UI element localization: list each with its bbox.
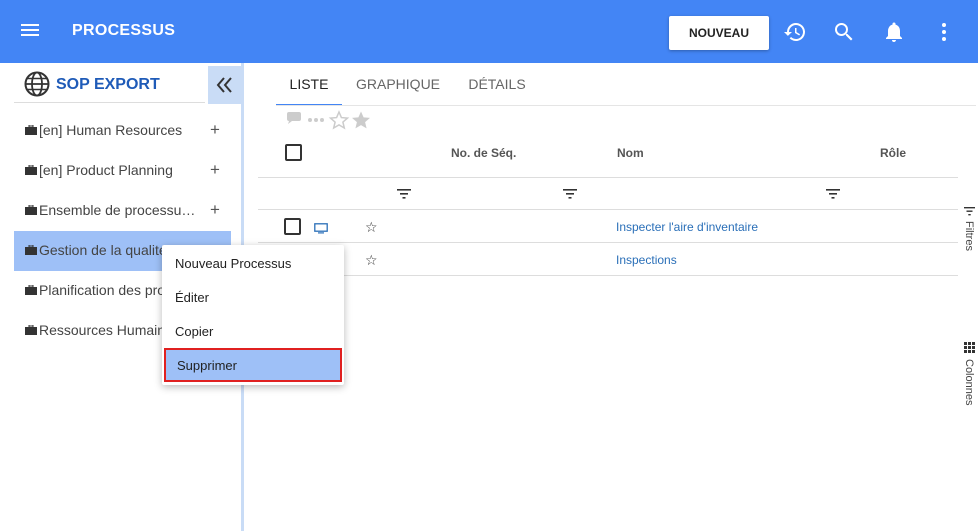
tab-graphique[interactable]: GRAPHIQUE — [356, 64, 440, 106]
columns-panel-toggle[interactable]: Colonnes — [961, 340, 977, 415]
table-row[interactable]: ☆ Inspections — [258, 244, 958, 276]
new-button[interactable]: NOUVEAU — [669, 16, 769, 50]
sidebar-item-ensemble-de-processus[interactable]: Ensemble de processus… + — [14, 191, 231, 231]
briefcase-icon — [25, 125, 37, 135]
more-horiz-icon[interactable] — [308, 118, 324, 122]
page-title: PROCESSUS — [72, 22, 176, 39]
column-header-seq[interactable]: No. de Séq. — [451, 146, 516, 160]
sidebar-item-label: Ensemble de processus… — [39, 202, 201, 218]
more-vert-icon[interactable] — [932, 20, 956, 44]
favorite-star-icon[interactable]: ☆ — [365, 252, 378, 269]
star-filled-icon[interactable] — [352, 111, 370, 129]
sidebar-title: SOP EXPORT — [56, 76, 160, 93]
history-icon[interactable] — [783, 20, 807, 44]
briefcase-icon — [25, 325, 37, 335]
double-chevron-left-icon — [216, 77, 232, 93]
filters-panel-toggle[interactable]: Filtres — [961, 205, 977, 265]
column-header-role[interactable]: Rôle — [880, 146, 906, 160]
briefcase-icon — [25, 165, 37, 175]
search-icon[interactable] — [832, 20, 856, 44]
row-checkbox[interactable] — [284, 218, 301, 235]
filter-icon[interactable] — [563, 188, 577, 200]
sidebar-header: SOP EXPORT — [14, 66, 205, 103]
comment-icon[interactable] — [287, 112, 301, 124]
add-icon[interactable]: + — [210, 160, 220, 180]
process-name-link[interactable]: Inspections — [616, 253, 677, 267]
menu-item-delete[interactable]: Supprimer — [164, 348, 342, 382]
tabs-divider — [276, 105, 976, 106]
tab-details[interactable]: DÉTAILS — [462, 64, 532, 106]
filter-icon — [964, 207, 975, 216]
menu-icon[interactable] — [21, 21, 41, 41]
context-menu: Nouveau Processus Éditer Copier Supprime… — [162, 245, 344, 385]
favorite-star-icon[interactable]: ☆ — [365, 219, 378, 236]
menu-item-copy[interactable]: Copier — [162, 314, 344, 348]
tab-liste[interactable]: LISTE — [276, 64, 342, 106]
sidebar-item-human-resources[interactable]: [en] Human Resources + — [14, 111, 231, 151]
add-icon[interactable]: + — [210, 200, 220, 220]
column-header-name[interactable]: Nom — [617, 146, 644, 160]
row-actions-toolbar — [287, 110, 370, 130]
filter-icon[interactable] — [397, 188, 411, 200]
select-all-checkbox[interactable] — [285, 144, 302, 161]
grid-icon — [964, 342, 975, 353]
sidebar-item-label: [en] Product Planning — [39, 162, 173, 178]
filters-label: Filtres — [963, 221, 975, 251]
briefcase-icon — [25, 245, 37, 255]
grid-filter-row — [258, 178, 958, 210]
filter-icon[interactable] — [826, 188, 840, 200]
star-outline-icon[interactable] — [328, 110, 350, 130]
table-row[interactable]: ☆ Inspecter l'aire d'inventaire — [258, 211, 958, 243]
grid-header: No. de Séq. Nom Rôle — [258, 136, 958, 178]
menu-item-edit[interactable]: Éditer — [162, 280, 344, 314]
process-name-link[interactable]: Inspecter l'aire d'inventaire — [616, 220, 758, 234]
collapse-sidebar-button[interactable] — [208, 66, 242, 104]
menu-item-new-process[interactable]: Nouveau Processus — [162, 246, 344, 280]
desktop-icon[interactable] — [314, 223, 328, 234]
columns-label: Colonnes — [963, 359, 975, 406]
notifications-icon[interactable] — [882, 20, 906, 44]
top-app-bar: PROCESSUS NOUVEAU — [0, 0, 978, 63]
add-icon[interactable]: + — [210, 120, 220, 140]
briefcase-icon — [25, 205, 37, 215]
globe-icon — [24, 71, 50, 97]
sidebar-item-product-planning[interactable]: [en] Product Planning + — [14, 151, 231, 191]
sidebar-item-label: [en] Human Resources — [39, 122, 183, 138]
briefcase-icon — [25, 285, 37, 295]
